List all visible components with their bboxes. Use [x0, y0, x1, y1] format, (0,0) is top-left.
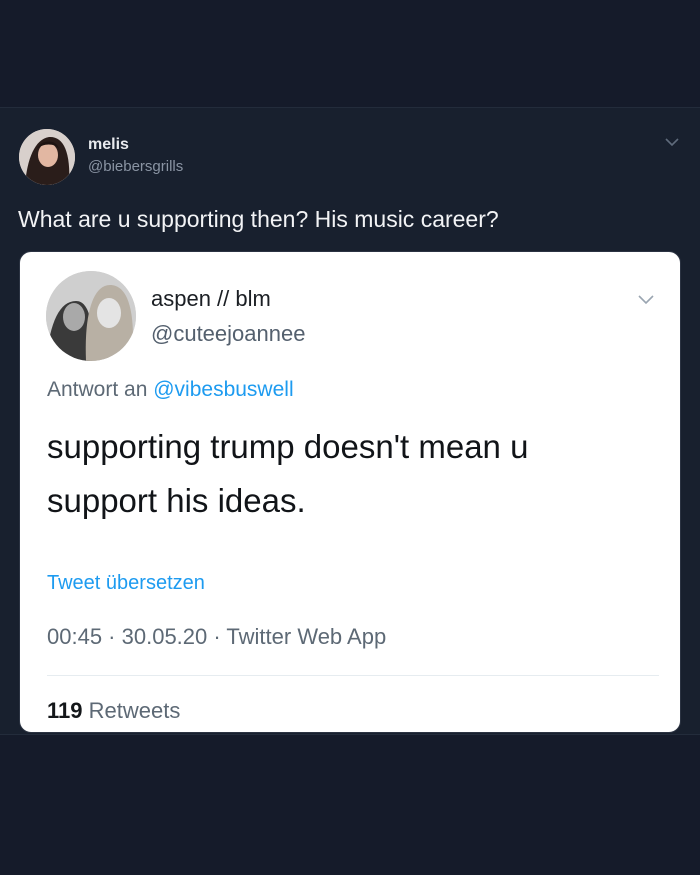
display-name[interactable]: melis	[88, 136, 129, 154]
reply-prefix: Antwort an	[47, 378, 148, 401]
retweet-label: Retweets	[88, 698, 181, 723]
tweet-source: Twitter Web App	[226, 624, 387, 649]
reply-mention-link[interactable]: @vibesbuswell	[153, 378, 293, 401]
tweet-text: supporting trump doesn't mean u support …	[47, 420, 647, 528]
quoted-tweet-card[interactable]: aspen // blm @cuteejoannee Antwort an @v…	[19, 251, 681, 733]
tweet-date[interactable]: 30.05.20	[122, 624, 208, 649]
retweet-stats[interactable]: 119 Retweets	[47, 698, 180, 724]
user-handle[interactable]: @cuteejoannee	[151, 321, 305, 347]
translate-tweet-link[interactable]: Tweet übersetzen	[47, 572, 205, 595]
reply-context: Antwort an @vibesbuswell	[47, 378, 294, 402]
retweet-count: 119	[47, 698, 83, 723]
avatar[interactable]	[19, 129, 75, 185]
tweet-text-line: support his ideas.	[47, 482, 306, 519]
user-handle[interactable]: @biebersgrills	[88, 158, 183, 175]
outer-tweet: melis @biebersgrills What are u supporti…	[0, 107, 700, 735]
avatar-image	[46, 271, 136, 361]
divider	[47, 675, 659, 676]
tweet-text: What are u supporting then? His music ca…	[18, 206, 499, 232]
display-name[interactable]: aspen // blm	[151, 286, 271, 312]
tweet-text-line: supporting trump doesn't mean u	[47, 428, 529, 465]
chevron-down-icon[interactable]	[664, 136, 680, 148]
avatar[interactable]	[46, 271, 136, 361]
chevron-down-icon[interactable]	[637, 294, 655, 306]
tweet-time[interactable]: 00:45	[47, 624, 102, 649]
avatar-image	[19, 129, 75, 185]
tweet-metadata: 00:45 · 30.05.20 · Twitter Web App	[47, 624, 387, 649]
